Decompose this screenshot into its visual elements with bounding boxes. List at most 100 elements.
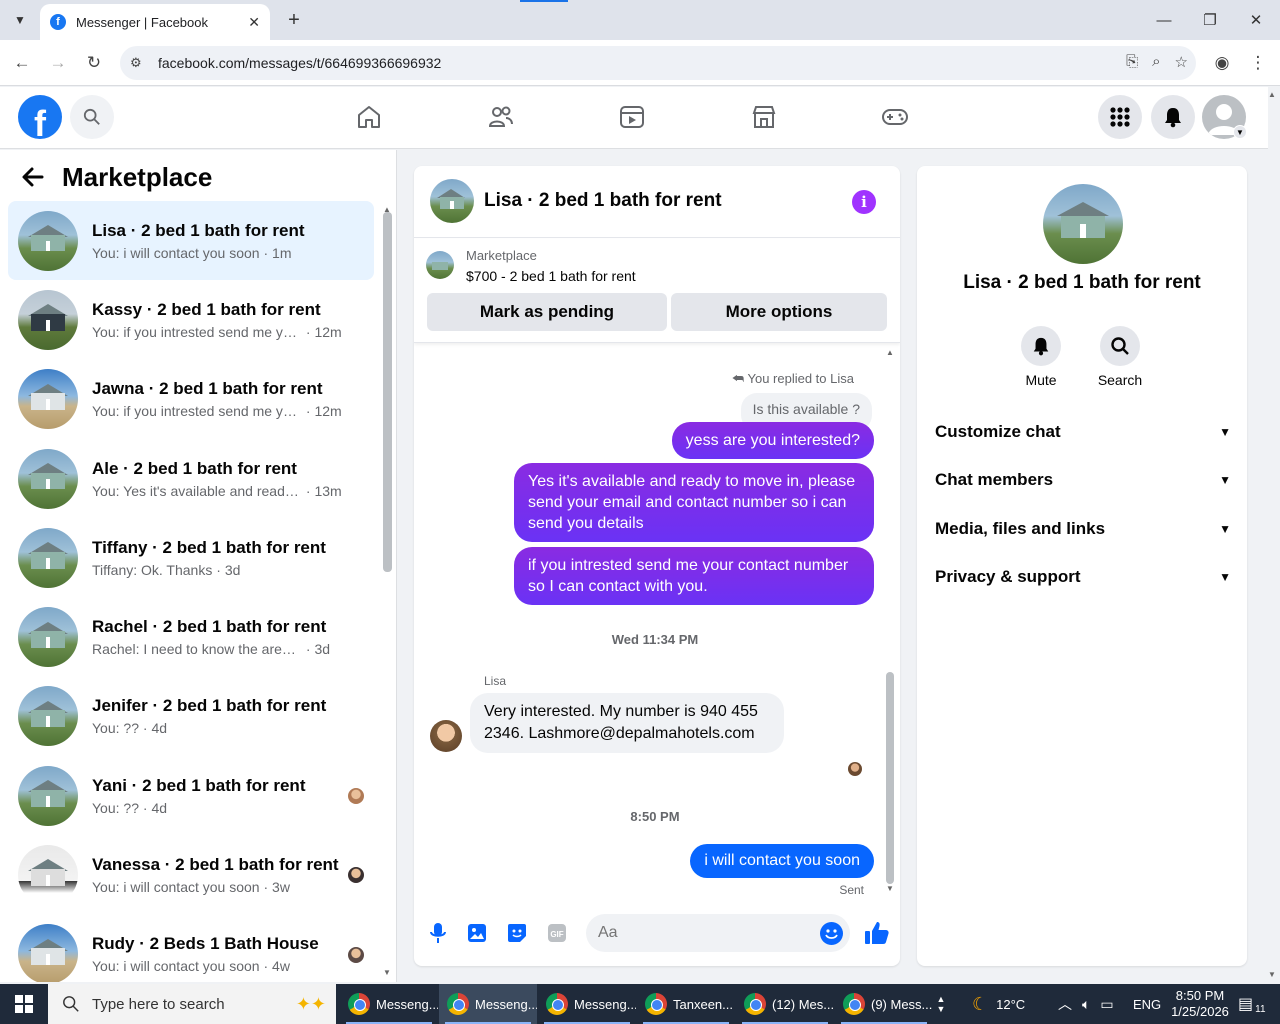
emoji-icon[interactable] [820,922,843,945]
page-scroll-down-icon[interactable]: ▼ [1268,970,1276,979]
scrollbar-thumb[interactable] [886,672,894,884]
browser-tab-bar: ▼ f Messenger | Facebook ✕ + — ❐ ✕ [0,0,1280,40]
zoom-icon[interactable]: ⌕ [1152,53,1160,71]
back-arrow-icon[interactable] [20,164,46,197]
back-arrow-icon[interactable]: ← [10,51,34,75]
browser-menu-icon[interactable]: ⋮ [1246,51,1270,75]
sticker-icon[interactable] [505,921,529,945]
windows-start-icon[interactable] [0,984,48,1024]
listing-thumbnail [18,607,78,668]
tab-list-chevron-icon[interactable]: ▼ [8,8,32,32]
microphone-icon[interactable] [426,921,450,945]
network-icon[interactable]: ▭ [1100,996,1113,1013]
scroll-down-arrow-icon[interactable]: ▼ [383,968,391,977]
taskbar-app-chrome[interactable]: (9) Mess... [835,984,933,1024]
incoming-message[interactable]: Very interested. My number is 940 455 23… [470,693,784,753]
notifications-bell-icon[interactable] [1151,95,1195,139]
scroll-down-arrow-icon[interactable]: ▼ [886,884,894,893]
conversation-item[interactable]: Lisa · 2 bed 1 bath for rent You: i will … [8,201,374,281]
seen-avatar [848,762,862,776]
info-icon[interactable]: i [852,190,876,214]
chrome-icon [447,993,469,1015]
photo-icon[interactable] [465,921,489,945]
gif-icon[interactable]: GIF [545,921,569,945]
bell-icon[interactable] [1021,326,1061,366]
facebook-logo-icon[interactable]: f [18,95,62,139]
scrollbar-thumb[interactable] [383,212,392,572]
volume-icon[interactable]: 🔈︎ [1082,996,1090,1013]
address-bar[interactable]: ⚙ facebook.com/messages/t/66469936669693… [120,46,1196,80]
outgoing-message[interactable]: i will contact you soon [690,844,874,878]
chat-avatar[interactable] [430,179,474,223]
clock[interactable]: 8:50 PM 1/25/2026 [1171,984,1229,1024]
minimize-icon[interactable]: — [1152,8,1176,32]
taskbar-app-chrome[interactable]: (12) Mes... [736,984,834,1024]
privacy-support-section[interactable]: Privacy & support ▼ [935,557,1231,597]
notification-center[interactable]: ▤ 11 [1238,984,1266,1024]
reload-icon[interactable]: ↻ [82,51,106,75]
restore-icon[interactable]: ❐ [1198,8,1222,32]
conversation-item[interactable]: Ale · 2 bed 1 bath for rent You: Yes it's… [8,439,374,518]
search-icon[interactable] [1100,326,1140,366]
close-icon[interactable]: ✕ [248,14,260,31]
install-app-icon[interactable]: ⎘ [1126,53,1138,71]
sender-avatar[interactable] [430,720,462,752]
tray-chevron-up-icon[interactable]: ︿ [1058,994,1072,1014]
thumbs-up-icon[interactable] [864,920,890,946]
mark-as-pending-button[interactable]: Mark as pending [427,293,667,331]
page-scroll-up-icon[interactable]: ▲ [1268,90,1276,99]
taskbar-app-chrome[interactable]: Messeng... [538,984,636,1024]
bookmark-star-icon[interactable]: ☆ [1175,53,1188,71]
listing-thumbnail [18,765,78,826]
listing-price[interactable]: $700 - 2 bed 1 bath for rent [466,268,636,284]
chevron-down-icon: ▼ [1219,425,1231,439]
browser-profile-icon[interactable]: ◉ [1210,51,1234,75]
outgoing-message[interactable]: yess are you interested? [671,422,874,459]
taskbar-app-chrome[interactable]: Tanxeen... [637,984,735,1024]
site-info-icon[interactable]: ⚙ [130,55,154,71]
message-input[interactable] [586,914,850,952]
marketplace-icon[interactable] [744,99,784,135]
weather-widget[interactable]: ☾ 12°C [972,984,1025,1024]
new-tab-plus-icon[interactable]: + [282,8,306,32]
url-text[interactable]: facebook.com/messages/t/664699366696932 [158,55,441,71]
menu-grid-icon[interactable] [1098,95,1142,139]
conversation-item[interactable]: Jawna · 2 bed 1 bath for rent You: if you… [8,360,374,439]
account-chevron-down-icon[interactable]: ▼ [1233,125,1247,139]
forward-arrow-icon[interactable]: → [46,51,70,75]
gaming-icon[interactable] [875,99,915,135]
conversation-item[interactable]: Yani · 2 bed 1 bath for rent You: ?? · 4d [8,756,374,835]
search-icon[interactable] [70,95,114,139]
outgoing-message[interactable]: Yes it's available and ready to move in,… [514,463,874,542]
conversation-item[interactable]: Rachel · 2 bed 1 bath for rent Rachel: I … [8,597,374,676]
conversation-item[interactable]: Tiffany · 2 bed 1 bath for rent Tiffany: … [8,518,374,597]
taskbar-app-chrome[interactable]: Messeng... [340,984,438,1024]
conversation-item[interactable]: Kassy · 2 bed 1 bath for rent You: if you… [8,280,374,359]
language-indicator[interactable]: ENG [1133,984,1161,1024]
scroll-up-arrow-icon[interactable]: ▲ [886,348,894,357]
search-in-chat-button[interactable]: Search [1090,326,1150,388]
more-options-button[interactable]: More options [671,293,887,331]
conversation-item[interactable]: Rudy · 2 Beds 1 Bath House You: i will co… [8,915,374,982]
listing-thumbnail[interactable] [426,251,454,279]
taskbar-scroll-arrows[interactable]: ▲ ▼ [934,984,948,1024]
conversation-item[interactable]: Jenifer · 2 bed 1 bath for rent You: ?? ·… [8,677,374,756]
home-icon[interactable] [349,99,389,135]
mute-button[interactable]: Mute [1011,326,1071,388]
friends-icon[interactable] [481,99,521,135]
message-timestamp: Wed 11:34 PM [611,632,699,647]
contact-avatar[interactable] [1043,184,1123,264]
chat-members-section[interactable]: Chat members ▼ [935,460,1231,500]
facebook-header: f ▼ [0,87,1268,149]
window-close-icon[interactable]: ✕ [1244,8,1268,32]
outgoing-message[interactable]: if you intrested send me your contact nu… [514,547,874,605]
media-files-links-section[interactable]: Media, files and links ▼ [935,509,1231,549]
browser-toolbar: ← → ↻ ⚙ facebook.com/messages/t/66469936… [0,40,1280,86]
browser-tab-messenger[interactable]: f Messenger | Facebook ✕ [40,4,270,40]
conversation-item[interactable]: Vanessa · 2 bed 1 bath for rent You: i wi… [8,835,374,914]
customize-chat-section[interactable]: Customize chat ▼ [935,412,1231,452]
video-icon[interactable] [612,99,652,135]
taskbar-search-box[interactable]: Type here to search ✦✦ [48,984,336,1024]
taskbar-app-chrome[interactable]: Messeng... [439,984,537,1024]
chat-title[interactable]: Lisa · 2 bed 1 bath for rent [484,190,722,212]
